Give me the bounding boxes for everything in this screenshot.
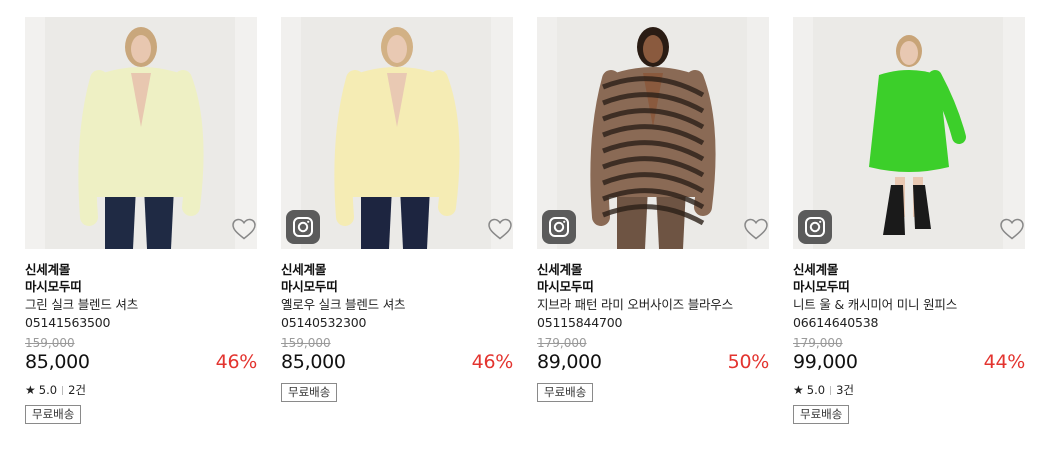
original-price: 159,000 (281, 336, 331, 350)
product-info: 신세계몰 마시모두띠 지브라 패턴 라미 오버사이즈 블라우스 05115844… (537, 249, 769, 402)
price-row: 85,000 46% (281, 351, 513, 375)
product-card[interactable]: 신세계몰 마시모두띠 그린 실크 블렌드 셔츠 05141563500 159,… (25, 17, 257, 424)
favorite-button[interactable] (743, 217, 769, 241)
product-image[interactable] (793, 17, 1025, 249)
discount-rate: 46% (215, 351, 258, 373)
heart-outline-icon (744, 218, 768, 240)
product-card[interactable]: 신세계몰 마시모두띠 니트 울 & 캐시미어 미니 원피스 0661464053… (793, 17, 1025, 424)
discount-rate: 50% (727, 351, 770, 373)
mall-tag: 신세계몰 (25, 262, 71, 277)
product-image[interactable] (281, 17, 513, 249)
product-code: 06614640538 (793, 315, 879, 330)
price-row: 99,000 44% (793, 351, 1025, 375)
free-shipping-badge: 무료배송 (537, 383, 594, 402)
instagram-icon (293, 217, 313, 237)
face (387, 35, 407, 63)
brand-name[interactable]: 마시모두띠 (537, 278, 769, 295)
product-name[interactable]: 옐로우 실크 블렌드 셔츠 (281, 296, 513, 314)
review-count: 3건 (836, 383, 854, 397)
product-info: 신세계몰 마시모두띠 그린 실크 블렌드 셔츠 05141563500 159,… (25, 249, 257, 424)
original-price: 179,000 (537, 336, 587, 350)
instagram-badge[interactable] (286, 210, 320, 244)
free-shipping-badge: 무료배송 (793, 405, 850, 424)
divider (62, 385, 64, 395)
discount-rate: 46% (471, 351, 514, 373)
product-card[interactable]: 신세계몰 마시모두띠 옐로우 실크 블렌드 셔츠 05140532300 159… (281, 17, 513, 402)
brand-name[interactable]: 마시모두띠 (793, 278, 1025, 295)
instagram-icon (805, 217, 825, 237)
brand-name[interactable]: 마시모두띠 (281, 278, 513, 295)
favorite-button[interactable] (487, 217, 513, 241)
product-info: 신세계몰 마시모두띠 니트 울 & 캐시미어 미니 원피스 0661464053… (793, 249, 1025, 424)
mall-tag: 신세계몰 (281, 262, 327, 277)
original-price: 159,000 (25, 336, 75, 350)
price-row: 89,000 50% (537, 351, 769, 375)
rating: ★ 5.0 2건 (25, 383, 257, 397)
review-count: 2건 (68, 383, 86, 397)
face (643, 35, 663, 63)
product-image[interactable] (537, 17, 769, 249)
face (900, 41, 918, 65)
star-icon: ★ (25, 383, 36, 397)
sale-price: 85,000 (25, 351, 90, 373)
discount-rate: 44% (983, 351, 1026, 373)
product-info: 신세계몰 마시모두띠 옐로우 실크 블렌드 셔츠 05140532300 159… (281, 249, 513, 402)
instagram-badge[interactable] (542, 210, 576, 244)
product-grid: 신세계몰 마시모두띠 그린 실크 블렌드 셔츠 05141563500 159,… (0, 0, 1039, 454)
original-price: 179,000 (793, 336, 843, 350)
product-card[interactable]: 신세계몰 마시모두띠 지브라 패턴 라미 오버사이즈 블라우스 05115844… (537, 17, 769, 402)
product-name[interactable]: 그린 실크 블렌드 셔츠 (25, 296, 257, 314)
instagram-badge[interactable] (798, 210, 832, 244)
free-shipping-badge: 무료배송 (25, 405, 82, 424)
instagram-icon (549, 217, 569, 237)
product-code: 05141563500 (25, 315, 111, 330)
favorite-button[interactable] (999, 217, 1025, 241)
brand-name[interactable]: 마시모두띠 (25, 278, 257, 295)
favorite-button[interactable] (231, 217, 257, 241)
product-image[interactable] (25, 17, 257, 249)
divider (830, 385, 832, 395)
mall-tag: 신세계몰 (537, 262, 583, 277)
rating-score: 5.0 (806, 383, 826, 397)
sale-price: 89,000 (537, 351, 602, 373)
product-name[interactable]: 지브라 패턴 라미 오버사이즈 블라우스 05115844700 (537, 296, 737, 332)
sale-price: 99,000 (793, 351, 858, 373)
rating: ★ 5.0 3건 (793, 383, 1025, 397)
rating-score: 5.0 (38, 383, 58, 397)
price-row: 85,000 46% (25, 351, 257, 375)
face (131, 35, 151, 63)
product-name[interactable]: 니트 울 & 캐시미어 미니 원피스 (793, 296, 1025, 314)
heart-outline-icon (1000, 218, 1024, 240)
star-icon: ★ (793, 383, 804, 397)
model-photo (25, 17, 257, 249)
mall-tag: 신세계몰 (793, 262, 839, 277)
heart-outline-icon (488, 218, 512, 240)
product-code: 05140532300 (281, 315, 367, 330)
sale-price: 85,000 (281, 351, 346, 373)
heart-outline-icon (232, 218, 256, 240)
free-shipping-badge: 무료배송 (281, 383, 338, 402)
